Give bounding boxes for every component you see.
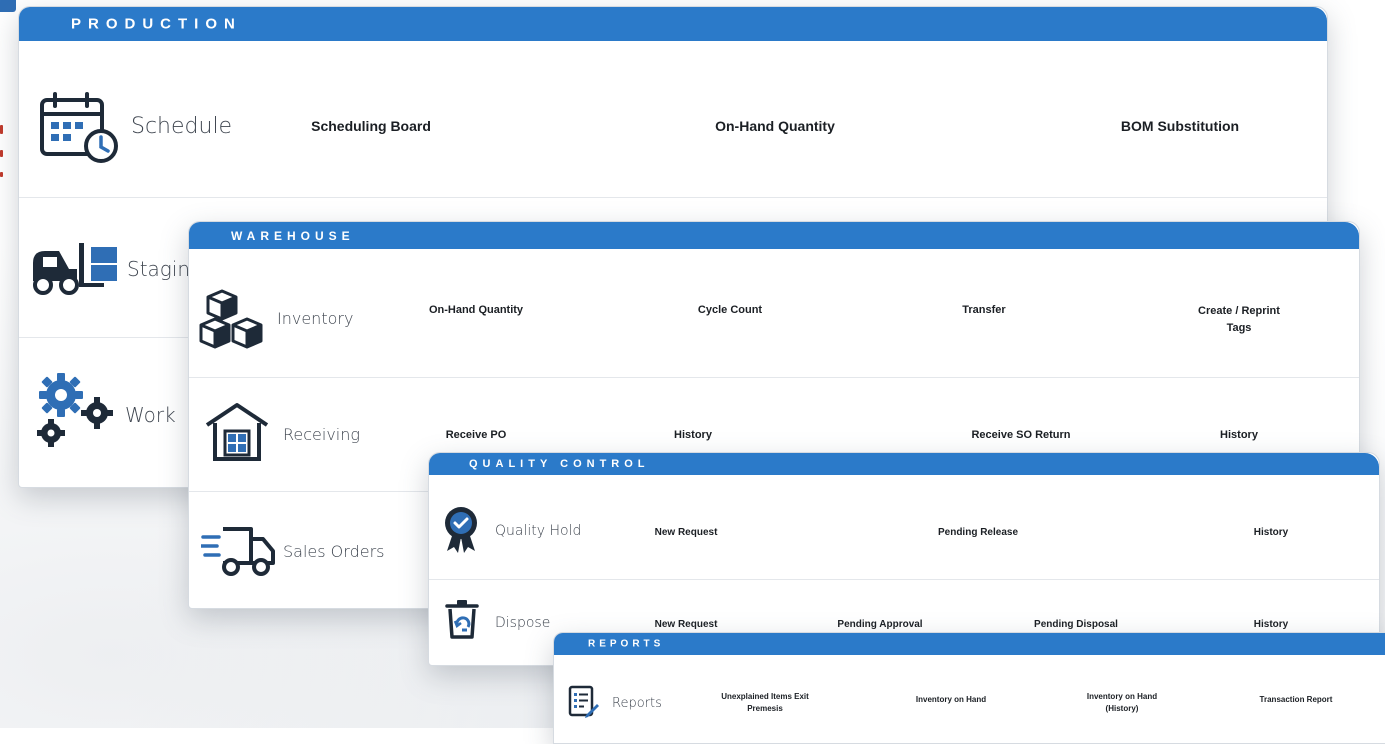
row-label-quality-hold: Quality Hold	[495, 523, 582, 539]
link-pending-approval[interactable]: Pending Approval	[837, 619, 922, 630]
link-cycle-count[interactable]: Cycle Count	[698, 304, 762, 316]
calendar-clock-icon	[39, 92, 121, 164]
link-new-request[interactable]: New Request	[655, 527, 718, 538]
link-pending-release[interactable]: Pending Release	[938, 527, 1018, 538]
link-receive-po[interactable]: Receive PO	[446, 429, 507, 441]
quality-control-title: QUALITY CONTROL	[469, 458, 650, 470]
gears-icon	[33, 371, 123, 451]
row-label-inventory: Inventory	[277, 309, 354, 328]
link-transaction-report[interactable]: Transaction Report	[1260, 695, 1333, 704]
warehouse-icon	[205, 401, 269, 463]
row-label-reports: Reports	[612, 696, 662, 711]
quality-control-header: QUALITY CONTROL	[429, 453, 1379, 475]
link-create-reprint-tags[interactable]: Create / Reprint Tags	[1189, 303, 1289, 336]
production-title: PRODUCTION	[71, 15, 242, 33]
link-on-hand-quantity[interactable]: On-Hand Quantity	[429, 304, 523, 316]
row-label-receiving: Receiving	[283, 425, 360, 444]
corner-logo	[0, 0, 16, 12]
boxes-icon	[199, 287, 269, 353]
reports-panel: REPORTS Reports Unexplained Items Exit P…	[553, 632, 1385, 744]
link-inventory-on-hand[interactable]: Inventory on Hand	[916, 695, 986, 704]
reports-header: REPORTS	[554, 633, 1385, 655]
report-document-icon	[568, 685, 600, 719]
production-header: PRODUCTION	[19, 7, 1327, 41]
warehouse-title: WAREHOUSE	[231, 228, 355, 243]
recycle-bin-icon	[445, 599, 479, 639]
link-on-hand-quantity[interactable]: On-Hand Quantity	[715, 118, 835, 134]
award-badge-icon	[443, 505, 479, 553]
side-mark	[0, 150, 3, 157]
link-history[interactable]: History	[1254, 527, 1288, 538]
link-history[interactable]: History	[674, 429, 712, 441]
side-mark	[0, 172, 3, 177]
qc-row-quality-hold: Quality Hold New Request Pending Release…	[429, 475, 1379, 580]
link-pending-disposal[interactable]: Pending Disposal	[1034, 619, 1118, 630]
link-history[interactable]: History	[1220, 429, 1258, 441]
link-new-request[interactable]: New Request	[655, 619, 718, 630]
link-scheduling-board[interactable]: Scheduling Board	[311, 118, 431, 134]
link-transfer[interactable]: Transfer	[962, 304, 1005, 316]
delivery-truck-icon	[201, 525, 277, 577]
link-bom-substitution[interactable]: BOM Substitution	[1121, 118, 1239, 134]
link-inventory-on-hand-history[interactable]: Inventory on Hand (History)	[1072, 691, 1172, 715]
row-label-sales-orders: Sales Orders	[283, 542, 385, 561]
link-receive-so-return[interactable]: Receive SO Return	[971, 429, 1070, 441]
row-label-work: Work	[125, 403, 176, 427]
side-mark	[0, 125, 3, 134]
reports-row-reports: Reports Unexplained Items Exit Premesis …	[554, 655, 1385, 743]
link-unexplained-items[interactable]: Unexplained Items Exit Premesis	[720, 691, 810, 715]
row-label-schedule: Schedule	[131, 114, 233, 139]
row-label-dispose: Dispose	[495, 615, 551, 631]
link-history[interactable]: History	[1254, 619, 1288, 630]
reports-title: REPORTS	[588, 638, 665, 650]
production-row-schedule: Schedule Scheduling Board On-Hand Quanti…	[19, 47, 1327, 198]
warehouse-header: WAREHOUSE	[189, 222, 1359, 249]
warehouse-row-inventory: Inventory On-Hand Quantity Cycle Count T…	[189, 249, 1359, 378]
forklift-icon	[29, 239, 119, 295]
